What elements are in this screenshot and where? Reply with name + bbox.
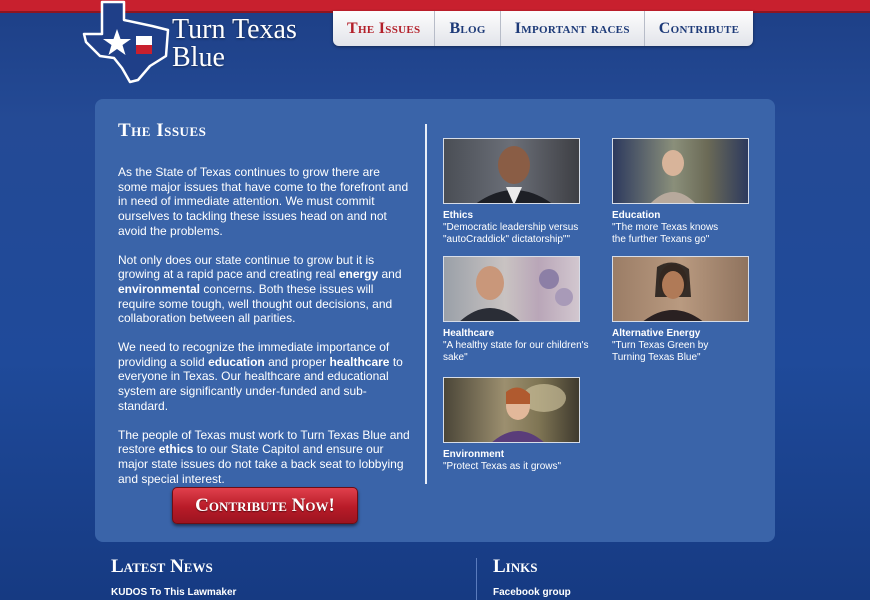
video-caption: "A healthy state for our children's sake… [443, 340, 589, 363]
links-heading: Links [493, 556, 538, 577]
video-title[interactable]: Environment [443, 449, 673, 461]
logo-line-2: Blue [172, 42, 225, 73]
news-link[interactable]: KUDOS To This Lawmaker [111, 587, 236, 598]
person-silhouette-icon [643, 262, 703, 321]
video-caption: "Democratic leadership versus "autoCradd… [443, 222, 579, 245]
logo-wordmark: Turn Texas Blue [172, 16, 297, 72]
page-title: The Issues [118, 120, 207, 141]
video-thumbnail[interactable] [443, 377, 580, 443]
nav-contribute[interactable]: Contribute [645, 11, 754, 46]
issues-paragraph-3: We need to recognize the immediate impor… [118, 340, 403, 413]
person-silhouette-icon [460, 266, 573, 321]
video-thumbnail[interactable] [443, 256, 580, 322]
issues-paragraph-2: Not only does our state continue to grow… [118, 252, 402, 326]
nav-blog[interactable]: Blog [435, 11, 501, 46]
issues-paragraph-4: The people of Texas must work to Turn Te… [118, 427, 410, 486]
person-silhouette-icon [492, 384, 566, 442]
video-title[interactable]: Alternative Energy [612, 328, 842, 340]
contribute-now-button[interactable]: Contribute Now! [172, 487, 358, 524]
texas-star-icon [82, 0, 170, 84]
latest-news-heading: Latest News [111, 556, 213, 577]
video-thumbnail[interactable] [443, 138, 580, 204]
column-divider [425, 124, 427, 484]
video-education[interactable]: Education "The more Texas knows the furt… [612, 138, 842, 246]
video-caption: "The more Texas knows the further Texans… [612, 222, 719, 245]
nav-important-races[interactable]: Important races [501, 11, 645, 46]
video-thumbnail[interactable] [612, 138, 749, 204]
main-nav: The Issues Blog Important races Contribu… [333, 11, 754, 46]
video-thumbnail[interactable] [612, 256, 749, 322]
video-caption: "Protect Texas as it grows" [443, 461, 562, 472]
footer-divider [476, 558, 477, 600]
video-caption: "Turn Texas Green by Turning Texas Blue" [612, 340, 709, 363]
site-logo[interactable]: Turn Texas Blue [80, 0, 325, 85]
person-silhouette-icon [476, 146, 552, 203]
person-silhouette-icon [651, 150, 695, 203]
video-alternative-energy[interactable]: Alternative Energy "Turn Texas Green by … [612, 256, 842, 364]
nav-the-issues[interactable]: The Issues [333, 11, 436, 46]
video-title[interactable]: Education [612, 210, 842, 222]
issues-paragraph-1: As the State of Texas continues to grow … [118, 165, 409, 238]
issues-body: As the State of Texas continues to grow … [118, 165, 410, 500]
facebook-group-link[interactable]: Facebook group [493, 587, 571, 598]
video-environment[interactable]: Environment "Protect Texas as it grows" [443, 377, 673, 473]
logo-line-1: Turn Texas [172, 14, 297, 45]
